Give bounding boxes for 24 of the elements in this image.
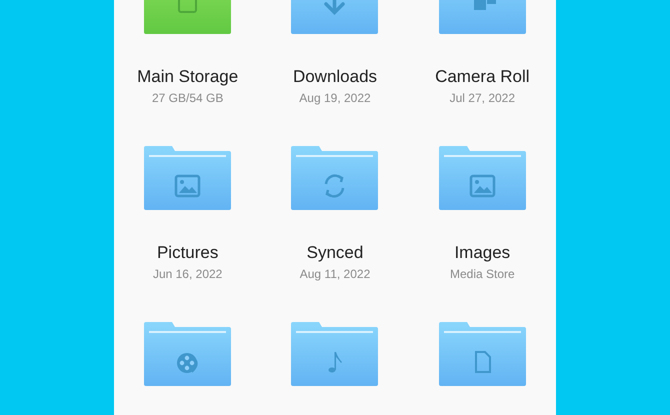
folder-tile[interactable]: Synced Aug 11, 2022 <box>261 146 409 322</box>
folder-tile[interactable]: Downloads Aug 19, 2022 <box>261 0 409 146</box>
folder-name: Camera Roll <box>435 67 530 87</box>
folder-detail: Aug 11, 2022 <box>300 266 370 282</box>
folder-detail: 27 GB/54 GB <box>152 90 224 106</box>
folder-name: Pictures <box>156 243 218 263</box>
folder-detail: Aug 19, 2022 <box>299 90 371 106</box>
folder-name: Synced <box>306 243 364 263</box>
folder-icon <box>144 322 232 386</box>
folder-detail: Jun 16, 2022 <box>152 266 222 282</box>
folder-icon <box>291 146 378 210</box>
folder-icon <box>438 322 526 386</box>
folder-tile[interactable]: Pictures Jun 16, 2022 <box>114 146 262 322</box>
folder-icon <box>291 322 378 386</box>
folder-icon <box>438 146 526 210</box>
folder-icon <box>144 146 232 210</box>
folder-detail: Jul 27, 2022 <box>450 90 516 106</box>
folder-tile[interactable]: Camera Roll Jul 27, 2022 <box>408 0 556 146</box>
folder-tile[interactable]: Main Storage 27 GB/54 GB <box>114 0 262 146</box>
folder-tile[interactable]: Images Media Store <box>408 146 556 322</box>
folder-name: Downloads <box>292 67 378 87</box>
folder-name: Main Storage <box>137 67 238 87</box>
folder-name: Images <box>454 243 510 263</box>
folder-detail: Media Store <box>450 266 515 282</box>
